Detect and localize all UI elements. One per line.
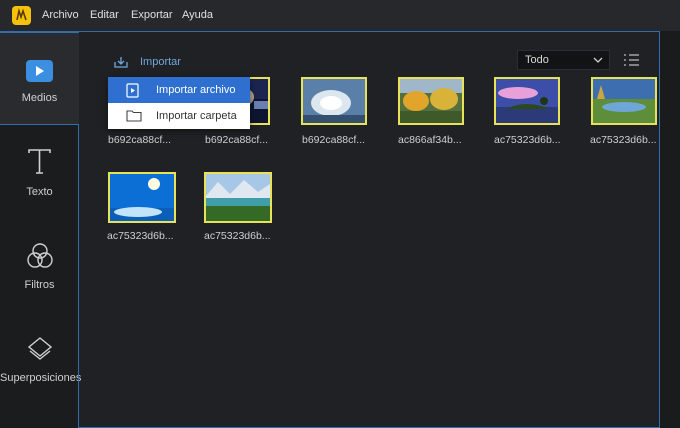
media-name: ac75323d6b... xyxy=(107,230,174,242)
media-name: b692ca88cf... xyxy=(302,134,366,146)
sidebar-item-texto[interactable]: Texto xyxy=(0,134,79,227)
media-play-icon xyxy=(26,60,53,82)
media-thumbnail[interactable] xyxy=(204,172,272,223)
menu-item-label: Importar carpeta xyxy=(156,110,237,122)
media-name: ac75323d6b... xyxy=(494,134,561,146)
media-thumbnail[interactable] xyxy=(108,172,176,223)
media-name: ac75323d6b... xyxy=(590,134,657,146)
menu-item-import-file[interactable]: Importar archivo xyxy=(108,77,250,103)
import-label: Importar xyxy=(140,56,181,68)
menu-editar[interactable]: Editar xyxy=(90,0,119,31)
media-filter-select[interactable]: Todo xyxy=(517,50,610,70)
list-view-icon[interactable] xyxy=(623,53,640,67)
sidebar: Medios Texto Filtros Superposiciones xyxy=(0,32,82,428)
sidebar-item-label: Superposiciones xyxy=(0,372,82,384)
sidebar-border xyxy=(78,125,79,428)
import-dropdown-menu: Importar archivo Importar carpeta xyxy=(108,77,250,129)
app-logo-icon xyxy=(12,6,31,25)
sidebar-item-filtros[interactable]: Filtros xyxy=(0,227,79,320)
menu-exportar[interactable]: Exportar xyxy=(131,0,173,31)
sidebar-item-medios[interactable]: Medios xyxy=(0,32,79,125)
chevron-down-icon xyxy=(593,57,603,63)
text-t-icon xyxy=(28,149,51,174)
filter-value: Todo xyxy=(525,54,549,66)
sidebar-item-label: Medios xyxy=(21,92,58,104)
menu-archivo[interactable]: Archivo xyxy=(42,0,79,31)
media-thumbnail[interactable] xyxy=(494,77,560,125)
media-thumbnail[interactable] xyxy=(398,77,464,125)
media-name: b692ca88cf... xyxy=(205,134,269,146)
sidebar-item-label: Filtros xyxy=(24,279,55,291)
window-edge xyxy=(660,31,680,428)
media-name: ac866af34b... xyxy=(398,134,462,146)
menu-item-import-folder[interactable]: Importar carpeta xyxy=(108,103,250,129)
folder-icon xyxy=(126,110,142,122)
import-icon xyxy=(114,57,128,68)
media-name: ac75323d6b... xyxy=(204,230,271,242)
media-thumbnail[interactable] xyxy=(591,77,657,125)
filters-circles-icon xyxy=(27,243,53,268)
menu-ayuda[interactable]: Ayuda xyxy=(182,0,213,31)
sidebar-item-label: Texto xyxy=(26,186,53,198)
media-thumbnail[interactable] xyxy=(301,77,367,125)
menu-item-label: Importar archivo xyxy=(156,84,236,96)
overlay-layers-icon xyxy=(27,337,53,360)
media-name: b692ca88cf... xyxy=(108,134,172,146)
title-bar: Archivo Editar Exportar Ayuda xyxy=(0,0,680,31)
sidebar-item-superposiciones[interactable]: Superposiciones xyxy=(0,320,82,413)
file-play-icon xyxy=(126,83,139,98)
